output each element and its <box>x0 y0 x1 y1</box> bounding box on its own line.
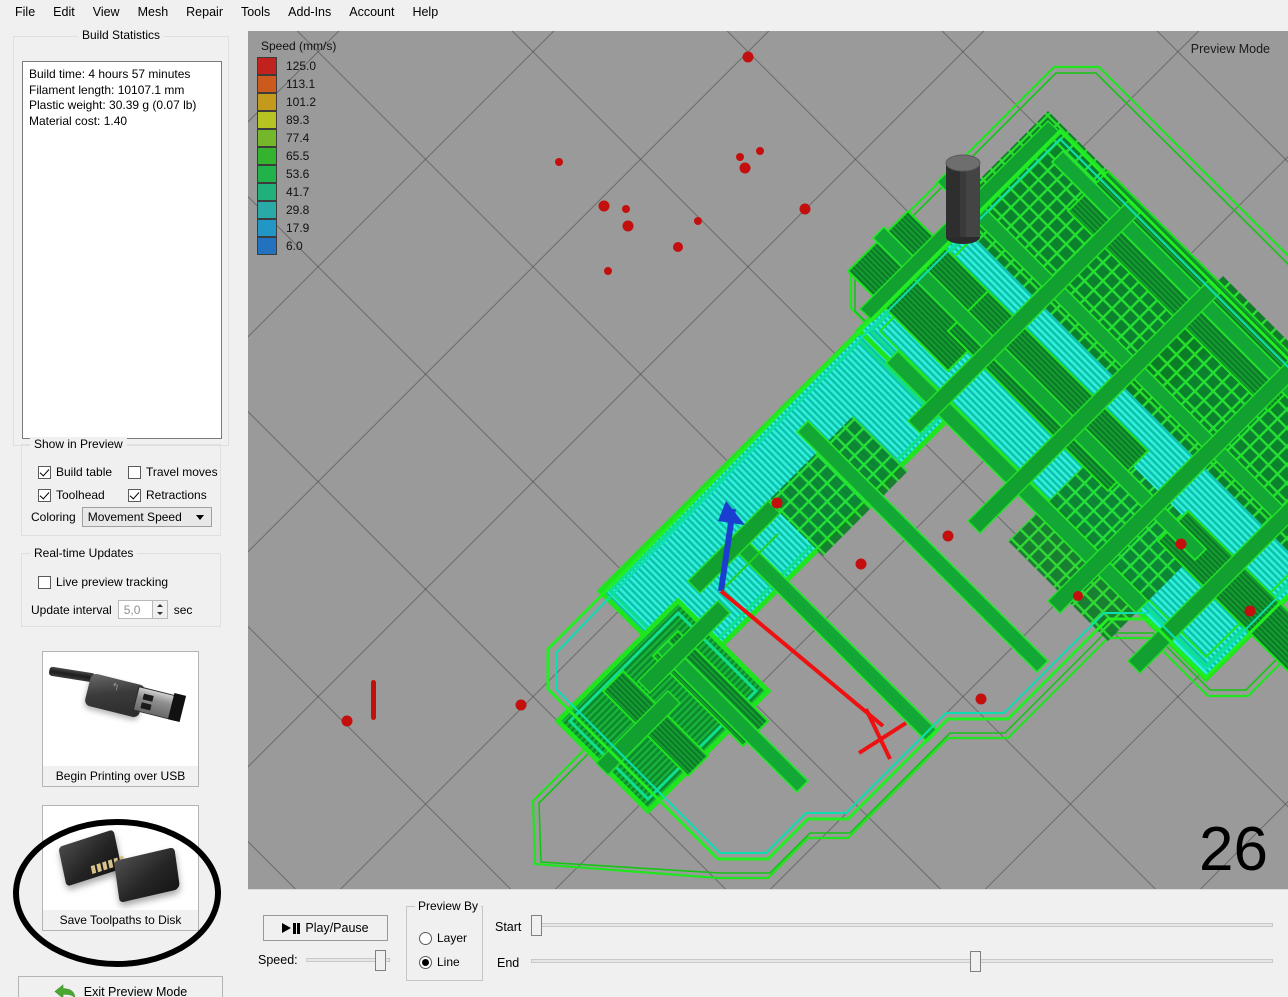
coloring-dropdown-value: Movement Speed <box>87 510 182 524</box>
update-interval-stepper[interactable]: 5,0 <box>117 600 168 619</box>
start-slider-label: Start <box>495 920 522 934</box>
menu-item-tools[interactable]: Tools <box>232 2 279 22</box>
slicer-window: File Edit View Mesh Repair Tools Add-Ins… <box>0 0 1288 997</box>
checkbox-travel-moves-box[interactable] <box>128 465 141 479</box>
sd-button-label: Save Toolpaths to Disk <box>43 910 198 930</box>
checkbox-build-table-box[interactable] <box>38 465 51 479</box>
checkbox-build-table[interactable]: Build table <box>38 465 112 479</box>
end-slider-label: End <box>497 956 520 970</box>
checkbox-travel-moves-label: Travel moves <box>146 465 218 479</box>
begin-printing-over-usb-button[interactable]: ↰ Begin Printing over USB <box>42 651 199 787</box>
realtime-updates-title: Real-time Updates <box>30 546 138 560</box>
sd-card-icon-1 <box>58 829 125 887</box>
build-statistics-text: Build time: 4 hours 57 minutes Filament … <box>22 61 222 439</box>
coloring-label: Coloring <box>31 510 76 524</box>
build-time-line: Build time: 4 hours 57 minutes <box>29 67 191 81</box>
exit-preview-mode-button[interactable]: Exit Preview Mode <box>18 976 223 997</box>
usb-cable-icon <box>48 666 96 683</box>
3d-viewport[interactable]: Speed (mm/s) 125.0 113.1 101.2 89.3 77.4 65.5… <box>248 31 1288 889</box>
checkbox-toolhead[interactable]: Toolhead <box>38 488 105 502</box>
menu-item-help[interactable]: Help <box>403 2 447 22</box>
menu-item-account[interactable]: Account <box>340 2 403 22</box>
checkbox-live-preview-tracking-box[interactable] <box>38 575 51 589</box>
usb-button-label: Begin Printing over USB <box>43 766 198 786</box>
menu-item-edit[interactable]: Edit <box>44 2 84 22</box>
checkbox-retractions[interactable]: Retractions <box>128 488 207 502</box>
start-slider-track <box>531 923 1273 927</box>
radio-preview-by-layer[interactable]: Layer <box>419 931 467 945</box>
start-slider[interactable] <box>531 914 1273 936</box>
radio-layer-circle[interactable] <box>419 931 432 945</box>
checkbox-retractions-box[interactable] <box>128 488 141 502</box>
menu-item-mesh[interactable]: Mesh <box>129 2 178 22</box>
menu-bar: File Edit View Mesh Repair Tools Add-Ins… <box>0 0 1288 24</box>
update-interval-row: Update interval 5,0 sec <box>31 600 192 619</box>
axis-and-toolhead-position <box>248 31 1288 889</box>
stepper-down-icon[interactable] <box>153 610 167 619</box>
end-slider-thumb[interactable] <box>969 950 981 972</box>
exit-preview-mode-label: Exit Preview Mode <box>83 984 188 997</box>
radio-line-circle[interactable] <box>419 955 432 969</box>
menu-item-repair[interactable]: Repair <box>177 2 232 22</box>
coloring-dropdown[interactable]: Movement Speed <box>81 507 212 527</box>
usb-cable-image: ↰ <box>43 652 198 766</box>
plastic-weight-line: Plastic weight: 30.39 g (0.07 lb) <box>29 98 197 112</box>
speed-slider-thumb[interactable] <box>374 949 386 971</box>
end-slider[interactable] <box>531 950 1273 972</box>
preview-by-group: Preview By Layer Line <box>406 899 483 981</box>
show-in-preview-group: Show in Preview Build table Travel moves… <box>21 437 221 536</box>
update-interval-unit: sec <box>173 602 193 617</box>
preview-by-title: Preview By <box>415 899 482 913</box>
checkbox-toolhead-box[interactable] <box>38 488 51 502</box>
start-slider-thumb[interactable] <box>531 914 542 936</box>
menu-item-view[interactable]: View <box>84 2 129 22</box>
stepper-up-icon[interactable] <box>153 601 167 610</box>
end-slider-track <box>531 959 1273 963</box>
speed-slider-label: Speed: <box>258 953 298 967</box>
checkbox-live-preview-tracking[interactable]: Live preview tracking <box>38 575 168 589</box>
radio-line-label: Line <box>437 955 460 969</box>
play-pause-icon <box>282 922 301 934</box>
checkbox-retractions-label: Retractions <box>146 488 207 502</box>
radio-layer-label: Layer <box>437 931 468 945</box>
show-in-preview-title: Show in Preview <box>30 437 127 451</box>
radio-preview-by-line[interactable]: Line <box>419 955 460 969</box>
filament-length-line: Filament length: 10107.1 mm <box>29 82 185 97</box>
save-toolpaths-to-disk-button[interactable]: Save Toolpaths to Disk <box>42 805 199 931</box>
checkbox-build-table-label: Build table <box>56 465 113 479</box>
toolhead-position-indicator <box>719 589 908 760</box>
checkbox-travel-moves[interactable]: Travel moves <box>128 465 218 479</box>
menu-item-add-ins[interactable]: Add-Ins <box>279 2 340 22</box>
checkbox-live-preview-tracking-label: Live preview tracking <box>56 575 169 589</box>
sd-card-icon-2 <box>113 847 181 903</box>
left-side-panel: Build Statistics Build time: 4 hours 57 … <box>0 24 242 997</box>
coloring-row: Coloring Movement Speed <box>31 507 212 527</box>
speed-slider-row: Speed: <box>258 949 390 971</box>
play-pause-label: Play/Pause <box>305 921 369 935</box>
preview-playback-bar: Play/Pause Speed: Preview By Layer Line … <box>248 889 1288 997</box>
sd-card-image <box>43 806 198 910</box>
menu-item-file[interactable]: File <box>6 2 44 22</box>
build-statistics-group: Build Statistics Build time: 4 hours 57 … <box>13 28 229 446</box>
material-cost-line: Material cost: 1.40 <box>29 113 128 128</box>
back-arrow-icon <box>54 984 76 997</box>
realtime-updates-group: Real-time Updates Live preview tracking … <box>21 546 221 627</box>
speed-slider[interactable] <box>305 949 390 971</box>
build-statistics-title: Build Statistics <box>77 28 165 42</box>
stepper-buttons[interactable] <box>151 601 167 619</box>
play-pause-button[interactable]: Play/Pause <box>263 915 388 941</box>
z-axis-arrow <box>718 501 745 592</box>
update-interval-label: Update interval <box>31 602 112 617</box>
checkbox-toolhead-label: Toolhead <box>56 488 105 502</box>
chevron-down-icon <box>195 515 204 520</box>
update-interval-value: 5,0 <box>123 602 141 617</box>
